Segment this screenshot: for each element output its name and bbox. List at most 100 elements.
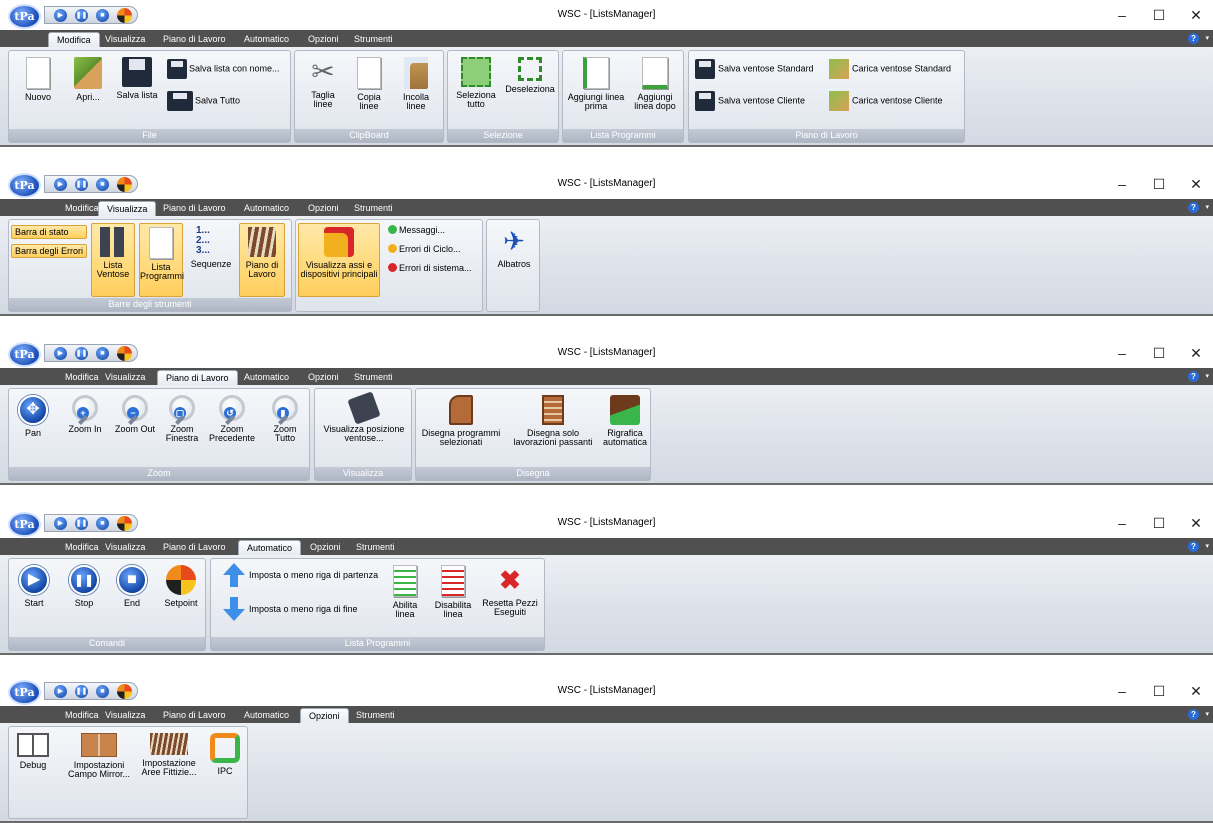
load-suction-cliente-button[interactable]: Carica ventose Cliente [829,91,943,111]
tab-opzioni[interactable]: Opzioni [302,540,349,555]
suction-position-button[interactable]: Visualizza posizione ventose... [317,391,411,443]
tab-visualizza[interactable]: Visualizza [97,370,153,385]
error-bar-toggle[interactable]: Barra degli Errori [11,244,87,258]
albatros-button[interactable]: ✈ Albatros [491,226,537,269]
tab-automatico[interactable]: Automatico [236,32,297,47]
maximize-button[interactable]: ☐ [1149,683,1169,700]
enable-line-button[interactable]: Abilita linea [383,565,427,619]
debug-button[interactable]: Debug [13,733,53,770]
reset-pieces-button[interactable]: ✖ Resetta Pezzi Eseguiti [479,565,541,617]
worktable-button[interactable]: Piano di Lavoro [239,223,285,297]
help-caret-icon[interactable]: ▾ [1205,34,1209,42]
minimize-button[interactable]: – [1112,345,1132,361]
save-list-button[interactable]: Salva lista [109,57,165,100]
select-all-button[interactable]: Seleziona tutto [450,57,502,109]
minimize-button[interactable]: – [1112,176,1132,192]
close-button[interactable]: ✕ [1186,7,1206,24]
cut-lines-button[interactable]: ✂ Taglia linee [301,57,345,109]
help-caret-icon[interactable]: ▾ [1205,542,1209,550]
setpoint-button[interactable]: Setpoint [159,565,203,608]
end-button[interactable]: ■ End [111,565,153,608]
minimize-button[interactable]: – [1112,7,1132,23]
zoom-all-button[interactable]: ▮ Zoom Tutto [263,395,307,443]
save-suction-cliente-button[interactable]: Salva ventose Cliente [695,91,805,111]
new-button[interactable]: Nuovo [13,57,63,102]
messages-button[interactable]: Messaggi... [388,224,445,236]
maximize-button[interactable]: ☐ [1149,345,1169,362]
tab-visualizza[interactable]: Visualizza [97,32,153,47]
tab-automatico[interactable]: Automatico [238,540,302,555]
zoom-in-button[interactable]: + Zoom In [63,395,107,434]
maximize-button[interactable]: ☐ [1149,7,1169,24]
help-icon[interactable]: ? [1188,709,1199,720]
save-suction-standard-button[interactable]: Salva ventose Standard [695,59,814,79]
ipc-button[interactable]: IPC [205,733,245,776]
open-button[interactable]: Apri... [63,57,113,102]
tab-strumenti[interactable]: Strumenti [346,370,401,385]
tab-strumenti[interactable]: Strumenti [346,32,401,47]
tab-opzioni[interactable]: Opzioni [300,32,347,47]
tab-automatico[interactable]: Automatico [236,201,297,216]
save-as-button[interactable]: Salva lista con nome... [167,59,280,79]
help-caret-icon[interactable]: ▾ [1205,710,1209,718]
help-icon[interactable]: ? [1188,371,1199,382]
mirror-field-button[interactable]: Impostazioni Campo Mirror... [61,733,137,779]
help-icon[interactable]: ? [1188,33,1199,44]
help-icon[interactable]: ? [1188,541,1199,552]
tab-opzioni[interactable]: Opzioni [300,201,347,216]
deselect-button[interactable]: Deseleziona [502,57,558,94]
tab-piano-di-lavoro[interactable]: Piano di Lavoro [155,708,234,723]
status-bar-toggle[interactable]: Barra di stato [11,225,87,239]
axes-devices-button[interactable]: Visualizza assi e dispositivi principali [298,223,380,297]
tab-strumenti[interactable]: Strumenti [346,201,401,216]
paste-lines-button[interactable]: Incolla linee [393,57,439,111]
pan-button[interactable]: ✥ Pan [13,395,53,438]
copy-lines-button[interactable]: Copia linee [347,57,391,111]
cycle-errors-button[interactable]: Errori di Ciclo... [388,243,461,255]
help-caret-icon[interactable]: ▾ [1205,372,1209,380]
suction-list-button[interactable]: Lista Ventose [91,223,135,297]
tab-piano-di-lavoro[interactable]: Piano di Lavoro [157,370,238,385]
sequences-button[interactable]: 1... 2... 3... Sequenze [187,226,235,269]
tab-opzioni[interactable]: Opzioni [300,708,349,723]
add-line-after-button[interactable]: Aggiungi linea dopo [627,57,683,111]
tab-visualizza[interactable]: Visualizza [97,540,153,555]
end-row-button[interactable]: Imposta o meno riga di fine [219,597,358,623]
close-button[interactable]: ✕ [1186,345,1206,362]
tab-strumenti[interactable]: Strumenti [348,708,403,723]
tab-visualizza[interactable]: Visualizza [97,708,153,723]
draw-through-button[interactable]: Disegna solo lavorazioni passanti [508,395,598,447]
tab-automatico[interactable]: Automatico [236,708,297,723]
zoom-out-button[interactable]: − Zoom Out [111,395,159,434]
minimize-button[interactable]: – [1112,683,1132,699]
save-all-button[interactable]: Salva Tutto [167,91,240,111]
close-button[interactable]: ✕ [1186,515,1206,532]
tab-piano-di-lavoro[interactable]: Piano di Lavoro [155,540,234,555]
minimize-button[interactable]: – [1112,515,1132,531]
system-errors-button[interactable]: Errori di sistema... [388,262,472,274]
maximize-button[interactable]: ☐ [1149,515,1169,532]
disable-line-button[interactable]: Disabilita linea [431,565,475,619]
maximize-button[interactable]: ☐ [1149,176,1169,193]
zoom-previous-button[interactable]: ↺ Zoom Precedente [205,395,259,443]
load-suction-standard-button[interactable]: Carica ventose Standard [829,59,951,79]
tab-visualizza[interactable]: Visualizza [98,201,157,216]
add-line-before-button[interactable]: Aggiungi linea prima [565,57,627,111]
close-button[interactable]: ✕ [1186,176,1206,193]
help-caret-icon[interactable]: ▾ [1205,203,1209,211]
tab-piano-di-lavoro[interactable]: Piano di Lavoro [155,32,234,47]
start-button[interactable]: ▶ Start [13,565,55,608]
auto-redraw-button[interactable]: Rigrafica automatica [600,395,650,447]
tab-strumenti[interactable]: Strumenti [348,540,403,555]
zoom-window-button[interactable]: ▢ Zoom Finestra [161,395,203,443]
tab-modifica[interactable]: Modifica [48,32,100,47]
tab-opzioni[interactable]: Opzioni [300,370,347,385]
tab-automatico[interactable]: Automatico [236,370,297,385]
start-row-button[interactable]: Imposta o meno riga di partenza [219,563,378,589]
draw-programs-button[interactable]: Disegna programmi selezionati [418,395,504,447]
close-button[interactable]: ✕ [1186,683,1206,700]
help-icon[interactable]: ? [1188,202,1199,213]
tab-piano-di-lavoro[interactable]: Piano di Lavoro [155,201,234,216]
fictitious-areas-button[interactable]: Impostazione Aree Fittizie... [137,733,201,777]
stop-button[interactable]: ❚❚ Stop [63,565,105,608]
